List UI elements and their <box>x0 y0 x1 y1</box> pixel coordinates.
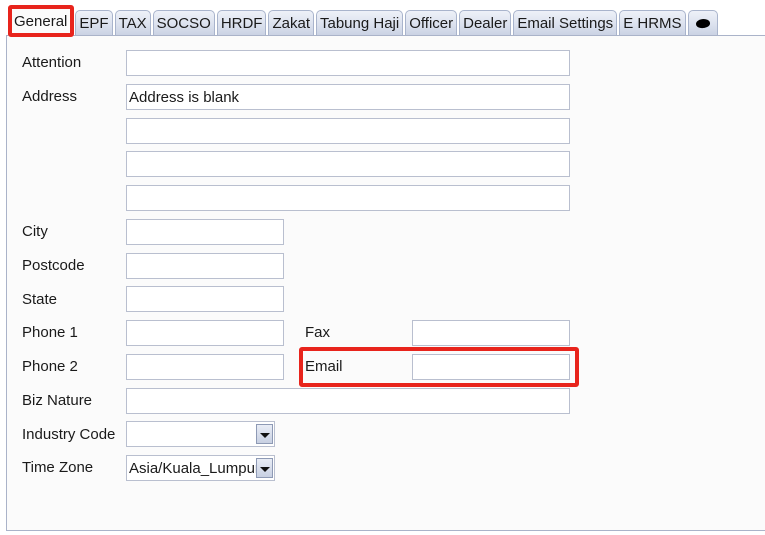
tab-email-settings[interactable]: Email Settings <box>513 10 618 36</box>
tab-socso[interactable]: SOCSO <box>152 10 215 36</box>
tab-label: Email Settings <box>517 15 614 32</box>
fax-input[interactable] <box>412 320 570 346</box>
time-zone-label: Time Zone <box>22 459 94 476</box>
phone1-input[interactable] <box>126 320 284 346</box>
address-line-4-input[interactable] <box>126 185 570 211</box>
tab-general[interactable]: General <box>8 6 74 36</box>
phone2-label: Phone 2 <box>22 358 78 375</box>
tab-label: TAX <box>118 15 147 32</box>
tab-dealer[interactable]: Dealer <box>459 10 512 36</box>
time-zone-dropdown-button[interactable] <box>256 458 273 478</box>
tab-e-hrms[interactable]: E HRMS <box>619 10 686 36</box>
email-label: Email <box>305 358 343 375</box>
tab-label: Zakat <box>272 15 310 32</box>
tab-tax[interactable]: TAX <box>114 10 151 36</box>
tab-tabung-haji[interactable]: Tabung Haji <box>316 10 404 36</box>
tab-label: HRDF <box>220 15 263 32</box>
chevron-down-icon <box>259 466 270 472</box>
industry-code-dropdown[interactable] <box>126 421 275 447</box>
tab-cloud[interactable] <box>687 10 718 36</box>
attention-label: Attention <box>22 54 82 71</box>
tab-label: Dealer <box>463 15 508 32</box>
tab-bar: General EPF TAX SOCSO HRDF Zakat Tabung … <box>8 6 720 36</box>
address-line-2-input[interactable] <box>126 118 570 144</box>
city-label: City <box>22 223 48 240</box>
cloud-icon <box>694 18 711 29</box>
postcode-input[interactable] <box>126 253 284 279</box>
tab-zakat[interactable]: Zakat <box>268 10 314 36</box>
tab-label: SOCSO <box>156 15 211 32</box>
phone2-input[interactable] <box>126 354 284 380</box>
address-line-1-input[interactable] <box>126 84 570 110</box>
state-input[interactable] <box>126 286 284 312</box>
tab-officer[interactable]: Officer <box>405 10 458 36</box>
state-label: State <box>22 291 58 308</box>
email-input[interactable] <box>412 354 570 380</box>
address-line-3-input[interactable] <box>126 151 570 177</box>
address-label: Address <box>22 88 78 105</box>
biz-nature-input[interactable] <box>126 388 570 414</box>
fax-label: Fax <box>305 324 331 341</box>
tab-label: E HRMS <box>623 15 682 32</box>
time-zone-value: Asia/Kuala_Lumpur <box>129 459 256 477</box>
phone1-label: Phone 1 <box>22 324 78 341</box>
time-zone-dropdown[interactable]: Asia/Kuala_Lumpur <box>126 455 275 481</box>
tab-label: Tabung Haji <box>320 15 400 32</box>
tab-epf[interactable]: EPF <box>75 10 113 36</box>
tab-label: General <box>14 13 68 30</box>
industry-code-dropdown-button[interactable] <box>256 424 273 444</box>
tab-label: EPF <box>79 15 109 32</box>
tab-hrdf[interactable]: HRDF <box>216 10 267 36</box>
tab-label: Officer <box>409 15 454 32</box>
attention-input[interactable] <box>126 50 570 76</box>
industry-code-label: Industry Code <box>22 426 116 443</box>
postcode-label: Postcode <box>22 257 85 274</box>
biz-nature-label: Biz Nature <box>22 392 93 409</box>
chevron-down-icon <box>259 432 270 438</box>
city-input[interactable] <box>126 219 284 245</box>
